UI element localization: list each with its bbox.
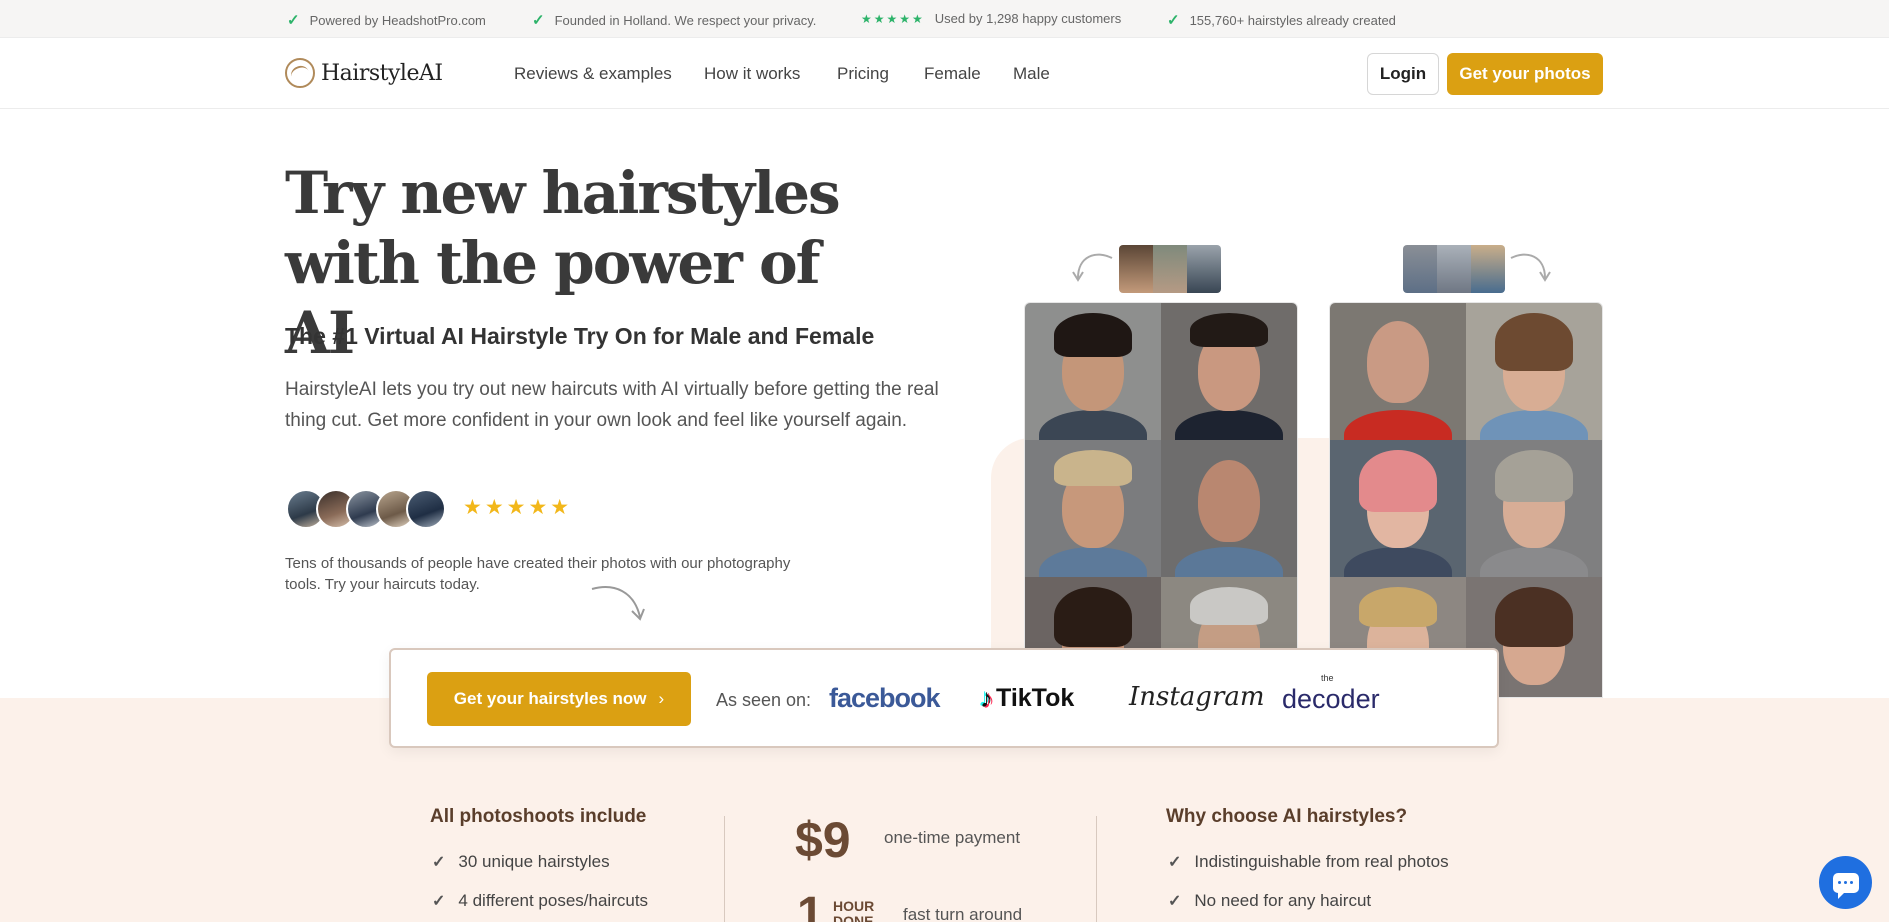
- curved-arrow-icon: [591, 586, 645, 621]
- includes-title: All photoshoots include: [430, 806, 647, 827]
- topbar-item-customers: ★★★★★ Used by 1,298 happy customers: [861, 11, 1122, 26]
- get-hairstyles-button[interactable]: Get your hairstyles now ›: [427, 672, 691, 726]
- facebook-logo: facebook: [829, 683, 941, 713]
- reference-photo: [1119, 245, 1153, 293]
- reference-photo: [1153, 245, 1187, 293]
- turnaround-label: fast turn around: [903, 905, 1023, 922]
- topbar-item-founded: ✓ Founded in Holland. We respect your pr…: [532, 12, 817, 29]
- stars-icon: ★★★★★: [861, 11, 925, 26]
- nav-link-reviews[interactable]: Reviews & examples: [514, 64, 672, 84]
- column-divider: [724, 816, 725, 922]
- login-button[interactable]: Login: [1367, 53, 1439, 95]
- hero-description: HairstyleAI lets you try out new haircut…: [285, 379, 939, 431]
- as-seen-on-bar: Get your hairstyles now › As seen on: fa…: [389, 648, 1499, 748]
- male-hairstyle-grid: [1024, 302, 1298, 698]
- turnaround-unit: HOUR DONE: [833, 898, 875, 922]
- nav-link-female[interactable]: Female: [924, 64, 981, 84]
- reference-photo: [1187, 245, 1221, 293]
- check-icon: ✓: [1168, 893, 1182, 910]
- check-icon: ✓: [432, 854, 446, 871]
- check-icon: ✓: [287, 12, 300, 29]
- reference-photo: [1471, 245, 1505, 293]
- topbar-item-powered: ✓ Powered by HeadshotPro.com: [287, 12, 486, 29]
- tiktok-icon: ♪: [980, 683, 993, 713]
- main-navigation: HairstyleAI Reviews & examples How it wo…: [0, 38, 1889, 109]
- why-item: ✓ No need for any haircut: [1168, 891, 1372, 910]
- curved-arrow-left-icon: [1072, 253, 1113, 282]
- as-seen-on-label: As seen on:: [716, 690, 812, 710]
- nav-link-pricing[interactable]: Pricing: [837, 64, 889, 84]
- hairstyle-photo: [1466, 303, 1602, 440]
- nav-link-male[interactable]: Male: [1013, 64, 1050, 84]
- male-reference-photos: [1119, 245, 1221, 293]
- curved-arrow-right-icon: [1510, 253, 1551, 282]
- column-divider: [1096, 816, 1097, 922]
- why-item: ✓ Indistinguishable from real photos: [1168, 852, 1449, 871]
- female-hairstyle-grid: [1329, 302, 1603, 698]
- chat-bubble-icon: [1832, 872, 1859, 899]
- tiktok-logo: ♪ TikTok: [980, 683, 1075, 713]
- hairstyle-photo: [1025, 440, 1161, 577]
- includes-item: ✓ 4 different poses/haircuts: [432, 891, 649, 910]
- price-value: $9: [795, 812, 851, 868]
- hairstyle-photo: [1025, 303, 1161, 440]
- rating-stars-icon: ★★★★★: [463, 496, 573, 519]
- hairstyle-photo: [1330, 303, 1466, 440]
- check-icon: ✓: [432, 893, 446, 910]
- reference-photo: [1403, 245, 1437, 293]
- hairstyle-photo: [1466, 440, 1602, 577]
- reference-photo: [1437, 245, 1471, 293]
- check-icon: ✓: [1168, 854, 1182, 871]
- turnaround-number: 1: [797, 888, 824, 922]
- hero-note: Tens of thousands of people have created…: [285, 555, 791, 593]
- top-announcement-bar: ✓ Powered by HeadshotPro.com ✓ Founded i…: [0, 0, 1889, 38]
- hairstyle-photo: [1161, 440, 1297, 577]
- logo-mark-icon: [285, 58, 315, 88]
- the-decoder-logo: the decoder: [1282, 673, 1380, 714]
- why-title: Why choose AI hairstyles?: [1166, 806, 1408, 827]
- hairstyle-photo: [1161, 303, 1297, 440]
- customer-avatars: [286, 489, 446, 529]
- hairstyle-photo: [1330, 440, 1466, 577]
- hero-subtitle: The #1 Virtual AI Hairstyle Try On for M…: [285, 323, 875, 349]
- price-label: one-time payment: [884, 828, 1021, 847]
- nav-link-how-it-works[interactable]: How it works: [704, 64, 800, 84]
- female-reference-photos: [1403, 245, 1505, 293]
- get-photos-button[interactable]: Get your photos: [1447, 53, 1603, 95]
- instagram-logo: Instagram: [1129, 682, 1265, 712]
- logo-text: HairstyleAI: [321, 60, 443, 86]
- hero-title-line-1: Try new hairstyles: [285, 159, 841, 227]
- check-icon: ✓: [1167, 12, 1180, 29]
- check-icon: ✓: [532, 12, 545, 29]
- avatar: [406, 489, 446, 529]
- chevron-right-icon: ›: [658, 689, 665, 708]
- logo[interactable]: HairstyleAI: [285, 58, 443, 88]
- chat-widget-button[interactable]: [1819, 856, 1872, 909]
- topbar-item-created: ✓ 155,760+ hairstyles already created: [1167, 12, 1396, 29]
- includes-item: ✓ 30 unique hairstyles: [432, 852, 610, 871]
